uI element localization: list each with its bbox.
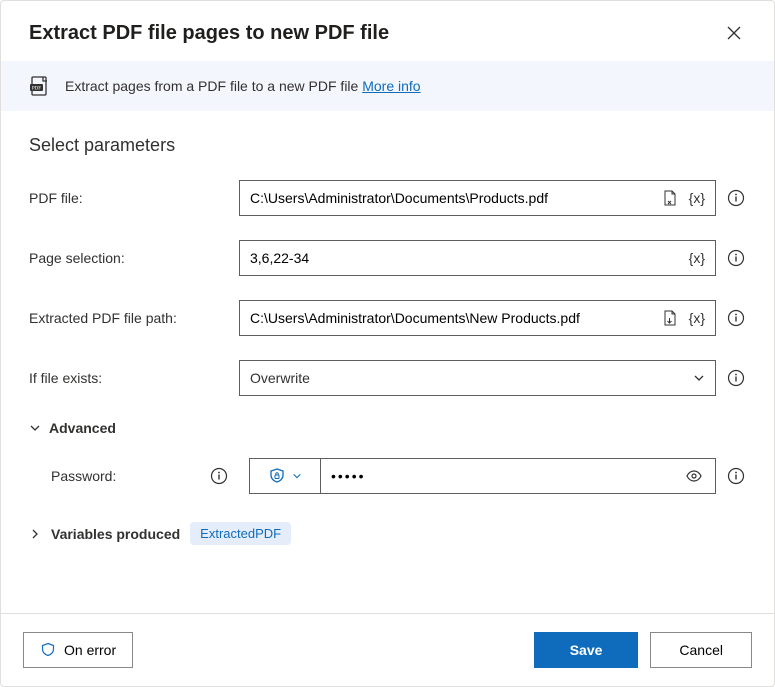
pdf-file-input[interactable] bbox=[250, 181, 653, 215]
variables-produced-row: Variables produced ExtractedPDF bbox=[29, 522, 746, 545]
row-if-exists: If file exists: Overwrite bbox=[29, 360, 746, 396]
label-page-selection: Page selection: bbox=[29, 250, 239, 266]
label-if-exists: If file exists: bbox=[29, 370, 239, 386]
extracted-path-input[interactable] bbox=[250, 301, 653, 335]
more-info-link[interactable]: More info bbox=[362, 78, 420, 94]
on-error-label: On error bbox=[64, 642, 116, 658]
close-icon bbox=[727, 26, 741, 40]
password-input[interactable] bbox=[331, 468, 675, 484]
label-pdf-file: PDF file: bbox=[29, 190, 239, 206]
info-button[interactable] bbox=[726, 466, 746, 486]
advanced-toggle[interactable]: Advanced bbox=[29, 420, 746, 436]
info-icon bbox=[727, 189, 745, 207]
info-button[interactable] bbox=[726, 248, 746, 268]
shield-lock-icon bbox=[268, 467, 286, 485]
dialog-content: Select parameters PDF file: {x} bbox=[1, 111, 774, 613]
svg-text:PDF: PDF bbox=[32, 87, 41, 92]
row-extracted-path: Extracted PDF file path: {x} bbox=[29, 300, 746, 336]
dialog-title: Extract PDF file pages to new PDF file bbox=[29, 22, 389, 45]
page-selection-input-wrap: {x} bbox=[239, 240, 716, 276]
cancel-button[interactable]: Cancel bbox=[650, 632, 752, 668]
advanced-label: Advanced bbox=[49, 420, 116, 436]
file-save-icon bbox=[662, 310, 678, 326]
info-text-line: Extract pages from a PDF file to a new P… bbox=[65, 78, 421, 94]
reveal-password-button[interactable] bbox=[683, 465, 705, 487]
variable-token-button[interactable]: {x} bbox=[687, 310, 707, 326]
dialog: Extract PDF file pages to new PDF file P… bbox=[0, 0, 775, 687]
row-password: Password: bbox=[51, 458, 746, 494]
if-exists-select[interactable]: Overwrite bbox=[239, 360, 716, 396]
info-icon bbox=[727, 467, 745, 485]
shield-icon bbox=[40, 642, 56, 658]
file-picker-button[interactable] bbox=[659, 307, 681, 329]
dialog-footer: On error Save Cancel bbox=[1, 613, 774, 686]
chevron-down-icon bbox=[29, 422, 41, 434]
info-icon bbox=[727, 309, 745, 327]
chevron-down-icon bbox=[693, 372, 705, 384]
label-password: Password: bbox=[51, 468, 116, 484]
info-icon bbox=[210, 467, 228, 485]
info-button[interactable] bbox=[209, 466, 229, 486]
pdf-icon: PDF bbox=[29, 75, 51, 97]
eye-icon bbox=[685, 467, 703, 485]
if-exists-selected: Overwrite bbox=[250, 370, 310, 386]
info-button[interactable] bbox=[726, 188, 746, 208]
password-input-wrap bbox=[321, 458, 716, 494]
extracted-path-input-wrap: {x} bbox=[239, 300, 716, 336]
label-extracted-path: Extracted PDF file path: bbox=[29, 310, 239, 326]
chevron-right-icon[interactable] bbox=[29, 528, 41, 540]
save-button[interactable]: Save bbox=[534, 632, 639, 668]
row-pdf-file: PDF file: {x} bbox=[29, 180, 746, 216]
file-open-icon bbox=[662, 190, 678, 206]
on-error-button[interactable]: On error bbox=[23, 632, 133, 668]
page-selection-input[interactable] bbox=[250, 241, 681, 275]
close-button[interactable] bbox=[722, 21, 746, 45]
section-title: Select parameters bbox=[29, 135, 746, 156]
chevron-down-icon bbox=[292, 471, 302, 481]
file-picker-button[interactable] bbox=[659, 187, 681, 209]
dialog-header: Extract PDF file pages to new PDF file bbox=[1, 1, 774, 61]
info-button[interactable] bbox=[726, 308, 746, 328]
info-text: Extract pages from a PDF file to a new P… bbox=[65, 78, 362, 94]
info-button[interactable] bbox=[726, 368, 746, 388]
variable-token-button[interactable]: {x} bbox=[687, 190, 707, 206]
info-bar: PDF Extract pages from a PDF file to a n… bbox=[1, 61, 774, 111]
variables-produced-label: Variables produced bbox=[51, 526, 180, 542]
info-icon bbox=[727, 369, 745, 387]
row-page-selection: Page selection: {x} bbox=[29, 240, 746, 276]
info-icon bbox=[727, 249, 745, 267]
variable-badge[interactable]: ExtractedPDF bbox=[190, 522, 291, 545]
secure-input-type-picker[interactable] bbox=[249, 458, 321, 494]
variable-token-button[interactable]: {x} bbox=[687, 250, 707, 266]
pdf-file-input-wrap: {x} bbox=[239, 180, 716, 216]
